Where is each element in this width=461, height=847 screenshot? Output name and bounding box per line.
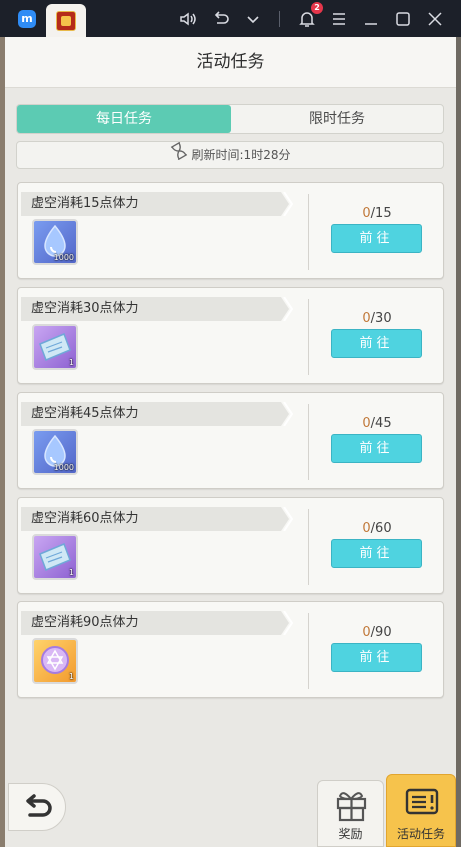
maximize-icon[interactable]: [393, 9, 413, 29]
task-progress: 0/60: [362, 521, 392, 536]
go-button[interactable]: 前往: [331, 329, 422, 358]
task-divider: [308, 509, 309, 585]
nav-reward-label: 奖励: [338, 827, 363, 841]
nav-activity-tasks-button[interactable]: 活动任务: [386, 774, 456, 847]
page-title: 活动任务: [196, 52, 265, 72]
tab-limited-tasks[interactable]: 限时任务: [231, 105, 443, 133]
gift-icon: [336, 792, 367, 822]
task-progress: 0/90: [362, 625, 392, 640]
back-arrow-icon: [26, 794, 52, 817]
task-label: 虚空消耗90点体力: [31, 615, 139, 630]
activity-task-panel: 活动任务 每日任务 限时任务 刷新时间:1时28分 虚空消耗15点体力 1000…: [5, 37, 456, 847]
hourglass-icon: [170, 141, 188, 169]
task-item: 虚空消耗30点体力 1 0/30 前往: [17, 287, 444, 384]
ticket-icon[interactable]: 1: [32, 534, 78, 580]
app-logo-icon[interactable]: m: [18, 10, 36, 28]
go-button[interactable]: 前往: [331, 539, 422, 568]
game-tab-icon: [56, 11, 76, 31]
item-count: 1000: [53, 463, 74, 472]
undo-icon[interactable]: [211, 9, 231, 29]
stamina-potion-icon[interactable]: 1000: [32, 429, 78, 475]
task-label: 虚空消耗30点体力: [31, 301, 139, 316]
task-divider: [308, 613, 309, 689]
task-label: 虚空消耗60点体力: [31, 511, 139, 526]
chevron-down-icon[interactable]: [243, 9, 263, 29]
background-edge-right: [456, 37, 461, 847]
close-icon[interactable]: [425, 9, 445, 29]
volume-icon[interactable]: [178, 9, 198, 29]
notification-badge: 2: [311, 2, 323, 14]
task-item: 虚空消耗45点体力 1000 0/45 前往: [17, 392, 444, 489]
task-item: 虚空消耗15点体力 1000 0/15 前往: [17, 182, 444, 279]
go-button[interactable]: 前往: [331, 224, 422, 253]
emulator-toolbar: m 2: [0, 0, 461, 37]
task-tabs: 每日任务 限时任务: [16, 104, 444, 134]
task-progress: 0/45: [362, 416, 392, 431]
go-button[interactable]: 前往: [331, 434, 422, 463]
nav-activity-tasks-label: 活动任务: [396, 827, 445, 841]
task-progress: 0/30: [362, 311, 392, 326]
menu-icon[interactable]: [329, 9, 349, 29]
refresh-time-text: 刷新时间:1时28分: [191, 148, 291, 162]
item-count: 1: [68, 672, 74, 681]
task-divider: [308, 404, 309, 480]
task-list-icon: [405, 788, 439, 815]
task-divider: [308, 194, 309, 270]
nav-reward-button[interactable]: 奖励: [317, 780, 384, 847]
star-coin-icon[interactable]: 1: [32, 638, 78, 684]
item-count: 1: [68, 568, 74, 577]
toolbar-divider: [279, 11, 280, 27]
minimize-icon[interactable]: [361, 9, 381, 29]
item-count: 1000: [53, 253, 74, 262]
task-progress: 0/15: [362, 206, 392, 221]
task-label: 虚空消耗45点体力: [31, 406, 139, 421]
panel-header: 活动任务: [5, 37, 456, 88]
go-button[interactable]: 前往: [331, 643, 422, 672]
task-divider: [308, 299, 309, 375]
stamina-potion-icon[interactable]: 1000: [32, 219, 78, 265]
back-button[interactable]: [8, 783, 66, 831]
tab-daily-tasks[interactable]: 每日任务: [17, 105, 231, 133]
task-item: 虚空消耗90点体力 1 0/90 前往: [17, 601, 444, 698]
refresh-timer-bar: 刷新时间:1时28分: [16, 141, 444, 169]
ticket-icon[interactable]: 1: [32, 324, 78, 370]
task-item: 虚空消耗60点体力 1 0/60 前往: [17, 497, 444, 594]
game-tab[interactable]: [46, 4, 86, 37]
task-label: 虚空消耗15点体力: [31, 196, 139, 211]
item-count: 1: [68, 358, 74, 367]
